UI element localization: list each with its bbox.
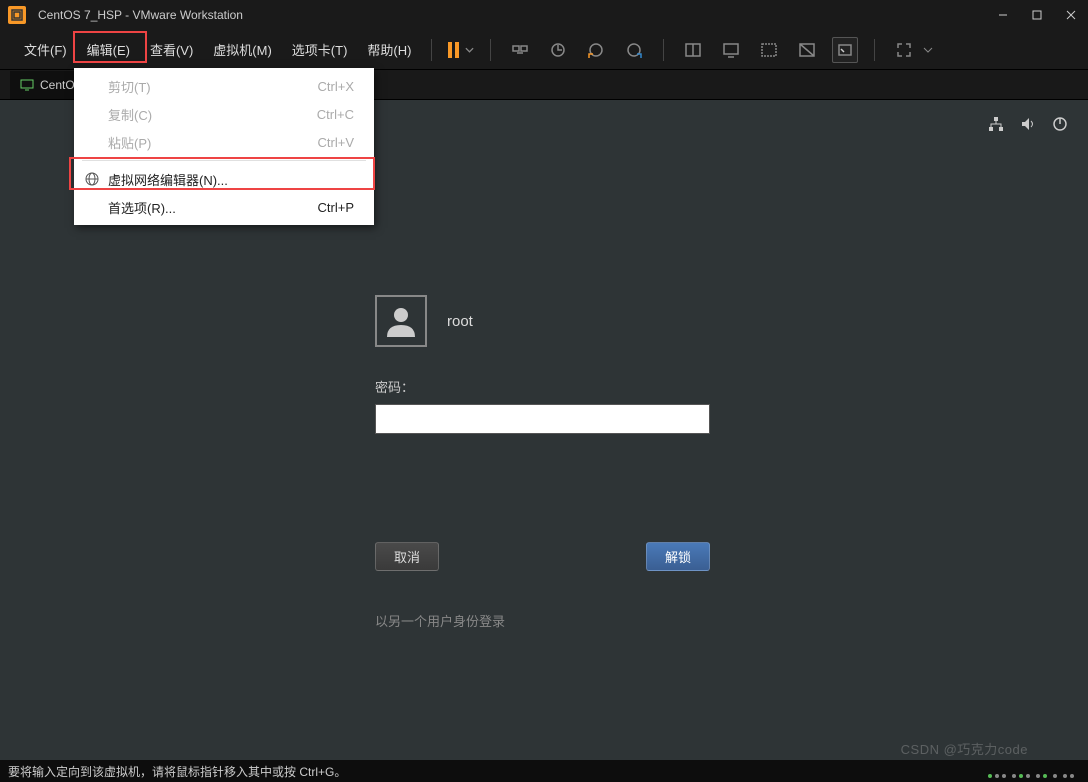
menu-item-label: 首选项(R)...	[108, 198, 176, 217]
vmware-app-icon	[8, 6, 26, 24]
chevron-down-icon[interactable]	[923, 45, 933, 55]
menu-help[interactable]: 帮助(H)	[357, 34, 421, 65]
user-row: root	[375, 295, 725, 347]
status-text: 要将输入定向到该虚拟机，请将鼠标指针移入其中或按 Ctrl+G。	[8, 763, 346, 780]
toolbar-separator	[431, 39, 432, 61]
fullscreen-enter-icon[interactable]	[891, 37, 917, 63]
password-label: 密码：	[375, 377, 725, 396]
power-icon[interactable]	[1052, 116, 1068, 137]
view-unity-icon[interactable]	[756, 37, 782, 63]
login-panel: root 密码： 取消 解锁 以另一个用户身份登录	[375, 295, 725, 630]
menu-item-label: 虚拟网络编辑器(N)...	[108, 170, 228, 189]
edit-dropdown: 剪切(T) Ctrl+X 复制(C) Ctrl+C 粘贴(P) Ctrl+V 虚…	[74, 68, 374, 225]
snapshot-manager-icon[interactable]	[621, 37, 647, 63]
username-label: root	[447, 313, 473, 330]
menu-item-cut: 剪切(T) Ctrl+X	[74, 72, 374, 100]
window-controls	[986, 0, 1088, 30]
device-indicator[interactable]	[1063, 774, 1074, 778]
view-single-icon[interactable]	[680, 37, 706, 63]
send-cad-icon[interactable]	[507, 37, 533, 63]
menu-item-shortcut: Ctrl+C	[317, 107, 354, 122]
title-bar: CentOS 7_HSP - VMware Workstation	[0, 0, 1088, 30]
snapshot-icon[interactable]	[545, 37, 571, 63]
menu-item-label: 剪切(T)	[108, 77, 151, 96]
view-stretch-icon[interactable]	[794, 37, 820, 63]
menu-item-shortcut: Ctrl+V	[318, 135, 354, 150]
menu-item-label: 粘贴(P)	[108, 133, 151, 152]
menu-separator	[82, 160, 366, 161]
status-bar: 要将输入定向到该虚拟机，请将鼠标指针移入其中或按 Ctrl+G。	[0, 760, 1088, 782]
device-indicator[interactable]	[1036, 774, 1047, 778]
menu-item-shortcut: Ctrl+X	[318, 79, 354, 94]
button-row: 取消 解锁	[375, 542, 710, 571]
globe-icon	[84, 171, 100, 187]
menu-item-preferences[interactable]: 首选项(R)... Ctrl+P	[74, 193, 374, 221]
guest-system-tray	[988, 116, 1068, 137]
menu-item-copy: 复制(C) Ctrl+C	[74, 100, 374, 128]
minimize-button[interactable]	[986, 0, 1020, 30]
menu-item-label: 复制(C)	[108, 105, 152, 124]
window-title: CentOS 7_HSP - VMware Workstation	[38, 8, 243, 22]
menu-vm[interactable]: 虚拟机(M)	[203, 34, 282, 65]
menu-item-paste: 粘贴(P) Ctrl+V	[74, 128, 374, 156]
menu-item-shortcut: Ctrl+P	[318, 200, 354, 215]
device-indicator[interactable]	[1053, 774, 1057, 778]
volume-icon[interactable]	[1020, 116, 1036, 137]
monitor-icon	[20, 78, 34, 92]
snapshot-revert-icon[interactable]	[583, 37, 609, 63]
menu-item-vnet-editor[interactable]: 虚拟网络编辑器(N)...	[74, 165, 374, 193]
password-input[interactable]	[375, 404, 710, 434]
network-wired-icon[interactable]	[988, 116, 1004, 137]
device-indicator[interactable]	[988, 774, 1006, 778]
status-device-icons	[988, 774, 1074, 778]
unlock-button[interactable]: 解锁	[646, 542, 710, 571]
cancel-button[interactable]: 取消	[375, 542, 439, 571]
other-user-link[interactable]: 以另一个用户身份登录	[375, 611, 725, 630]
watermark-text: CSDN @巧克力code	[901, 739, 1028, 758]
menu-edit[interactable]: 编辑(E)	[77, 34, 140, 65]
menu-file[interactable]: 文件(F)	[14, 34, 77, 65]
toolbar-separator	[490, 39, 491, 61]
view-console-icon[interactable]	[718, 37, 744, 63]
toolbar-separator	[663, 39, 664, 61]
menu-view[interactable]: 查看(V)	[140, 34, 203, 65]
close-button[interactable]	[1054, 0, 1088, 30]
pause-button[interactable]	[448, 37, 474, 63]
avatar	[375, 295, 427, 347]
toolbar-separator	[874, 39, 875, 61]
device-indicator[interactable]	[1012, 774, 1030, 778]
menu-bar: 文件(F) 编辑(E) 查看(V) 虚拟机(M) 选项卡(T) 帮助(H)	[0, 30, 1088, 70]
maximize-button[interactable]	[1020, 0, 1054, 30]
view-fullscreen-icon[interactable]	[832, 37, 858, 63]
menu-tabs[interactable]: 选项卡(T)	[282, 34, 358, 65]
